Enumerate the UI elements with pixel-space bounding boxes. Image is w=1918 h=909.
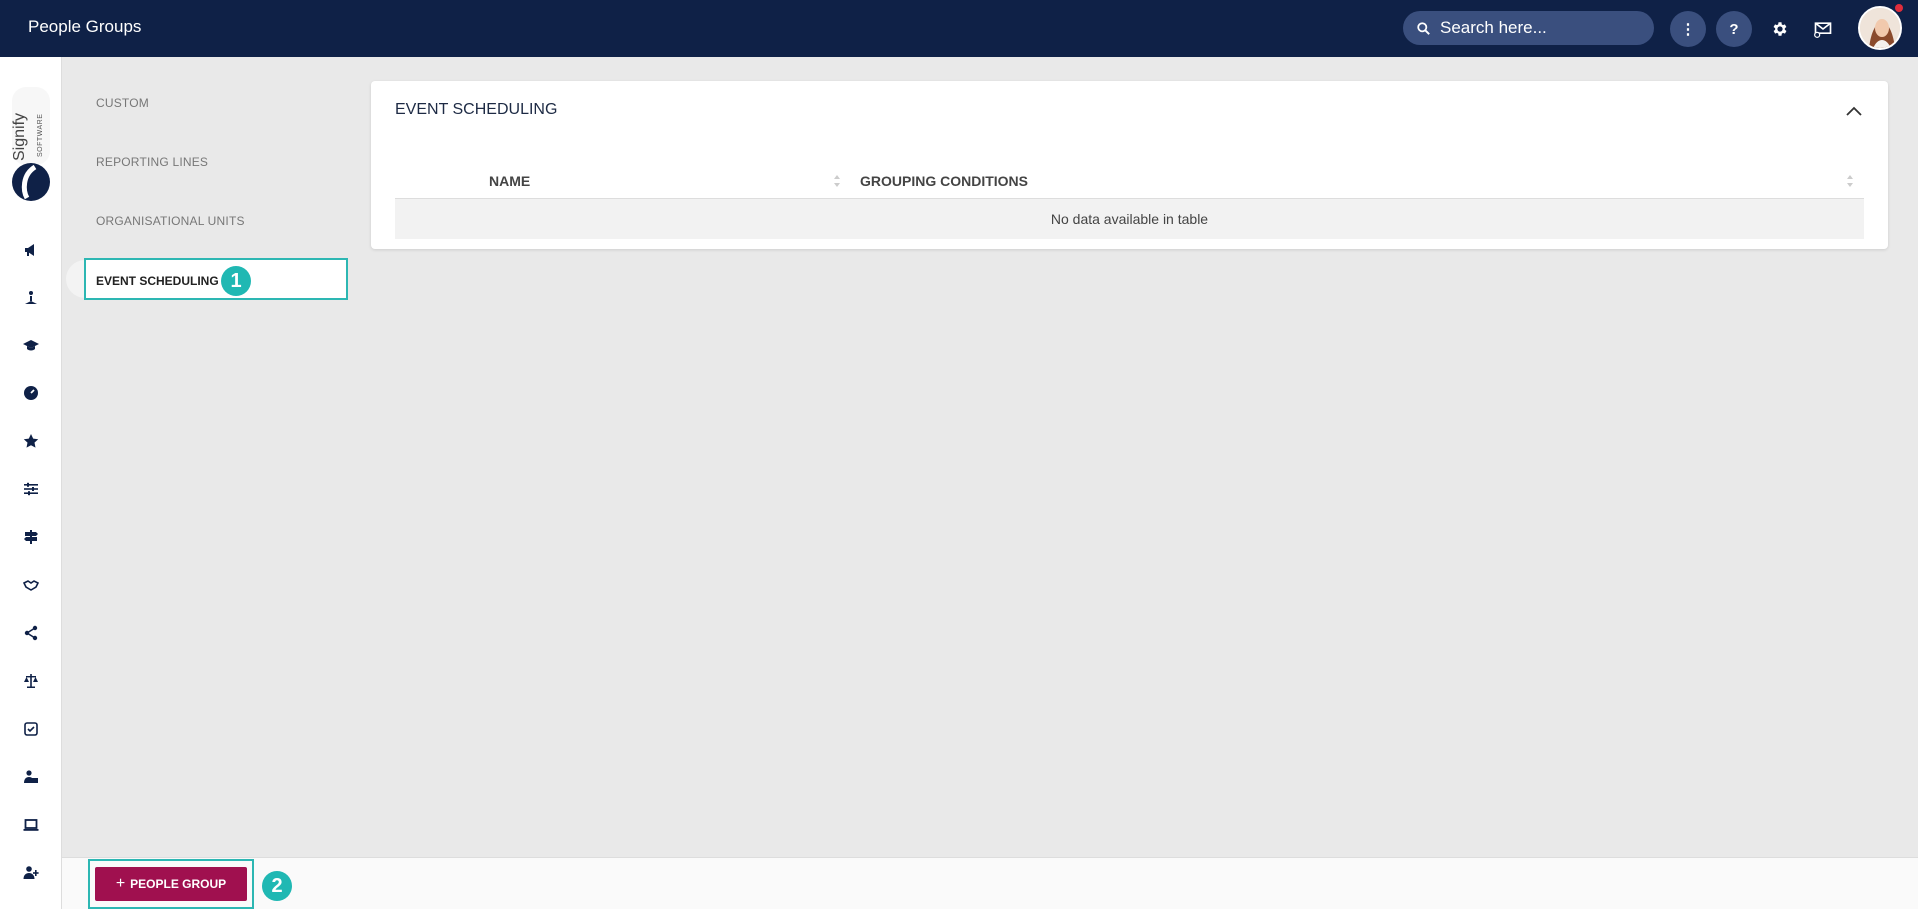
person-meditate-icon bbox=[25, 291, 37, 304]
plus-icon: + bbox=[115, 875, 126, 892]
star-icon bbox=[23, 434, 39, 448]
gauge-icon bbox=[24, 386, 38, 400]
rail-item-partners[interactable] bbox=[19, 573, 43, 597]
collapse-button[interactable] bbox=[1842, 99, 1866, 123]
rail-item-devices[interactable] bbox=[19, 813, 43, 837]
step-marker-2: 2 bbox=[262, 871, 292, 901]
page-title: People Groups bbox=[28, 17, 142, 36]
signpost-icon bbox=[24, 530, 38, 544]
more-options-button[interactable]: ⋮ bbox=[1670, 11, 1706, 47]
chevron-up-icon bbox=[1846, 106, 1862, 116]
event-scheduling-card: EVENT SCHEDULING NAME GROUPING CONDITION… bbox=[371, 81, 1888, 249]
people-groups-table: NAME GROUPING CONDITIONS No data availab… bbox=[395, 161, 1864, 239]
checkbox-icon bbox=[24, 722, 38, 736]
handshake-icon bbox=[23, 580, 39, 591]
rail-item-dashboard[interactable] bbox=[19, 381, 43, 405]
search-input[interactable]: Search here... bbox=[1403, 11, 1654, 45]
help-button[interactable]: ? bbox=[1716, 11, 1752, 47]
notification-dot bbox=[1895, 4, 1903, 12]
diagram-icon bbox=[24, 625, 38, 641]
sliders-icon bbox=[24, 482, 38, 496]
rail-item-configuration[interactable] bbox=[19, 477, 43, 501]
graduation-cap-icon bbox=[23, 340, 39, 351]
table-empty-row: No data available in table bbox=[395, 199, 1864, 239]
laptop-icon bbox=[23, 819, 39, 831]
mail-icon bbox=[1814, 22, 1832, 38]
top-bar: People Groups Search here... ⋮ ? bbox=[0, 0, 1918, 57]
help-icon: ? bbox=[1729, 20, 1739, 38]
table-header: NAME GROUPING CONDITIONS bbox=[395, 161, 1864, 199]
rail-item-learning[interactable] bbox=[19, 333, 43, 357]
scales-icon bbox=[24, 674, 38, 688]
card-title: EVENT SCHEDULING bbox=[395, 101, 558, 118]
messages-button[interactable] bbox=[1810, 16, 1836, 42]
gear-icon bbox=[1773, 22, 1787, 36]
rail-item-workflows[interactable] bbox=[19, 621, 43, 645]
subnav-item-organisational-units[interactable]: ORGANISATIONAL UNITS bbox=[96, 214, 245, 228]
brand-subtext: SOFTWARE bbox=[37, 113, 44, 157]
rail-item-favourites[interactable] bbox=[19, 429, 43, 453]
sort-icon[interactable] bbox=[1845, 173, 1855, 189]
sort-icon[interactable] bbox=[832, 173, 842, 189]
rail-item-employees[interactable] bbox=[19, 765, 43, 789]
settings-button[interactable] bbox=[1767, 16, 1793, 42]
add-button-label: PEOPLE GROUP bbox=[130, 877, 227, 891]
rail-item-tasks[interactable] bbox=[19, 717, 43, 741]
subnav-item-custom[interactable]: CUSTOM bbox=[96, 96, 149, 110]
subnav-item-reporting-lines[interactable]: REPORTING LINES bbox=[96, 155, 208, 169]
subnav-active-label: EVENT SCHEDULING bbox=[96, 274, 219, 288]
column-header-name[interactable]: NAME bbox=[489, 173, 530, 189]
search-icon bbox=[1417, 21, 1430, 35]
left-rail: Signify SOFTWARE bbox=[0, 57, 62, 909]
add-people-group-button[interactable]: + PEOPLE GROUP bbox=[95, 867, 247, 901]
brand-text: Signify bbox=[11, 112, 28, 161]
step-marker-1: 1 bbox=[221, 266, 251, 296]
rail-item-directions[interactable] bbox=[19, 525, 43, 549]
more-icon: ⋮ bbox=[1680, 21, 1696, 38]
subnav-active-tab bbox=[66, 260, 86, 298]
user-briefcase-icon bbox=[24, 770, 38, 783]
avatar[interactable] bbox=[1858, 6, 1902, 50]
rail-item-add-user[interactable] bbox=[19, 861, 43, 885]
rail-item-compliance[interactable] bbox=[19, 669, 43, 693]
empty-message: No data available in table bbox=[1050, 211, 1209, 227]
user-plus-icon bbox=[23, 866, 39, 879]
bottom-action-bar bbox=[62, 857, 1918, 909]
rail-item-announcements[interactable] bbox=[19, 238, 43, 262]
rail-item-wellbeing[interactable] bbox=[19, 286, 43, 310]
column-header-grouping-conditions[interactable]: GROUPING CONDITIONS bbox=[860, 173, 1028, 189]
search-placeholder: Search here... bbox=[1440, 18, 1547, 37]
megaphone-icon bbox=[25, 244, 34, 256]
